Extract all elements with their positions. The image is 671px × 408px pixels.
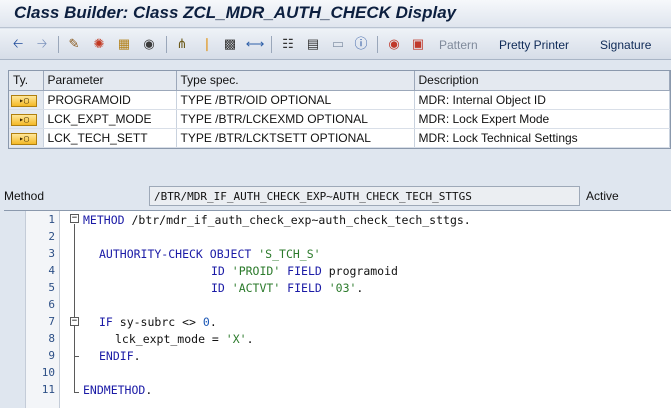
line-number: 8 [48,332,55,345]
parameter-type-icon: ▸▢ [11,114,37,126]
breakpoint-icon[interactable]: ◉ [386,36,402,52]
window-title: Class Builder: Class ZCL_MDR_AUTH_CHECK … [14,3,457,22]
method-label: Method [4,189,45,203]
line-number: 6 [48,298,55,311]
code-line: ID 'PROID' FIELD programoid [211,264,398,278]
fold-end-tick [74,356,79,357]
table-row[interactable]: ▸▢ PROGRAMOID TYPE /BTR/OID OPTIONAL MDR… [9,90,670,110]
signature-button[interactable]: Signature [600,38,651,52]
code-line: ENDIF. [99,349,141,363]
fold-guide-line [74,224,75,392]
column-header-description[interactable]: Description [414,71,670,91]
line-number: 4 [48,264,55,277]
display-object-icon[interactable]: ▩ [222,36,238,52]
arrow-forward-icon[interactable]: 🡢 [34,36,50,52]
line-number: 1 [48,213,55,226]
line-number: 10 [41,366,55,379]
pretty-printer-button[interactable]: Pretty Printer [499,38,569,52]
navigate-icon[interactable]: ⟷ [246,36,265,52]
parameter-name[interactable]: LCK_EXPT_MODE [43,109,177,129]
parameter-name[interactable]: PROGRAMOID [43,90,177,110]
code-line: ID 'ACTVT' FIELD '03'. [211,281,364,295]
object-list-icon[interactable]: ⋔ [174,36,190,52]
application-toolbar: 🡠 🡢 ✎ ✺ ▦ ◉ ⋔ ❘ ▩ ⟷ ☷ ▤ ▭ ⓘ ◉ ▣ Pattern … [0,29,671,60]
collapse-if-icon[interactable]: − [70,317,79,326]
parameter-type-spec[interactable]: TYPE /BTR/OID OPTIONAL [176,90,415,110]
parameter-description[interactable]: MDR: Lock Expert Mode [414,109,670,129]
activate-icon[interactable]: ✺ [91,36,107,52]
check-object-icon[interactable]: ▦ [116,36,132,52]
column-header-parameter[interactable]: Parameter [43,71,177,91]
frame-icon[interactable]: ▭ [330,36,346,52]
table-header-row: Ty. Parameter Type spec. Description [9,71,670,91]
importing-parameter-icon: ▸▢ [9,128,44,148]
code-line: lck_expt_mode = 'X'. [115,332,254,346]
column-header-ty[interactable]: Ty. [9,71,44,91]
importing-parameter-icon: ▸▢ [9,109,44,129]
method-row: Method /BTR/MDR_IF_AUTH_CHECK_EXP~AUTH_C… [0,184,671,208]
line-number: 3 [48,247,55,260]
session-breakpoint-icon[interactable]: ▣ [410,36,426,52]
line-number: 11 [41,383,55,396]
line-number: 7 [48,315,55,328]
line-number-column: 1 2 3 4 5 6 7 8 9 10 11 [26,211,60,408]
where-used-icon[interactable]: ◉ [141,36,157,52]
table-row[interactable]: ▸▢ LCK_TECH_SETT TYPE /BTR/LCKTSETT OPTI… [9,128,670,148]
method-status: Active [586,189,619,203]
method-name-field[interactable]: /BTR/MDR_IF_AUTH_CHECK_EXP~AUTH_CHECK_TE… [149,186,580,206]
code-line: ENDMETHOD. [83,383,153,397]
code-folding-column: − − [61,211,79,408]
line-number: 2 [48,230,55,243]
parameters-grid: Ty. Parameter Type spec. Description ▸▢ … [8,70,671,149]
abap-code-editor[interactable]: 1 2 3 4 5 6 7 8 9 10 11 − − METHOD /btr/… [4,210,671,408]
parameter-type-icon: ▸▢ [11,133,37,145]
arrow-back-icon[interactable]: 🡠 [10,36,26,52]
edit-pencil-icon[interactable]: ✎ [66,36,82,52]
parameter-type-spec[interactable]: TYPE /BTR/LCKTSETT OPTIONAL [176,128,415,148]
parameter-description[interactable]: MDR: Internal Object ID [414,90,670,110]
code-line: AUTHORITY-CHECK OBJECT 'S_TCH_S' [99,247,321,261]
pattern-button[interactable]: Pattern [439,38,478,52]
hierarchy-icon[interactable]: ☷ [280,36,296,52]
parameter-description[interactable]: MDR: Lock Technical Settings [414,128,670,148]
column-header-type-spec[interactable]: Type spec. [176,71,415,91]
table-row[interactable]: ▸▢ LCK_EXPT_MODE TYPE /BTR/LCKEXMD OPTIO… [9,109,670,129]
parameters-table: Ty. Parameter Type spec. Description ▸▢ … [9,71,670,148]
toolbar-separator [58,36,59,53]
fold-end-tick [74,392,79,393]
editor-margin [4,211,26,408]
line-number: 5 [48,281,55,294]
enhance-icon[interactable]: ❘ [199,36,215,52]
line-number: 9 [48,349,55,362]
code-line: METHOD /btr/mdr_if_auth_check_exp~auth_c… [83,213,471,227]
parameter-name[interactable]: LCK_TECH_SETT [43,128,177,148]
info-icon[interactable]: ⓘ [353,36,369,52]
collapse-method-icon[interactable]: − [70,214,79,223]
parameter-type-icon: ▸▢ [11,95,37,107]
toolbar-separator [271,36,272,53]
importing-parameter-icon: ▸▢ [9,90,44,110]
toolbar-separator [166,36,167,53]
parameter-type-spec[interactable]: TYPE /BTR/LCKEXMD OPTIONAL [176,109,415,129]
toolbar-separator [377,36,378,53]
code-line: IF sy-subrc <> 0. [99,315,217,329]
print-icon[interactable]: ▤ [305,36,321,52]
title-bar: Class Builder: Class ZCL_MDR_AUTH_CHECK … [0,0,671,28]
